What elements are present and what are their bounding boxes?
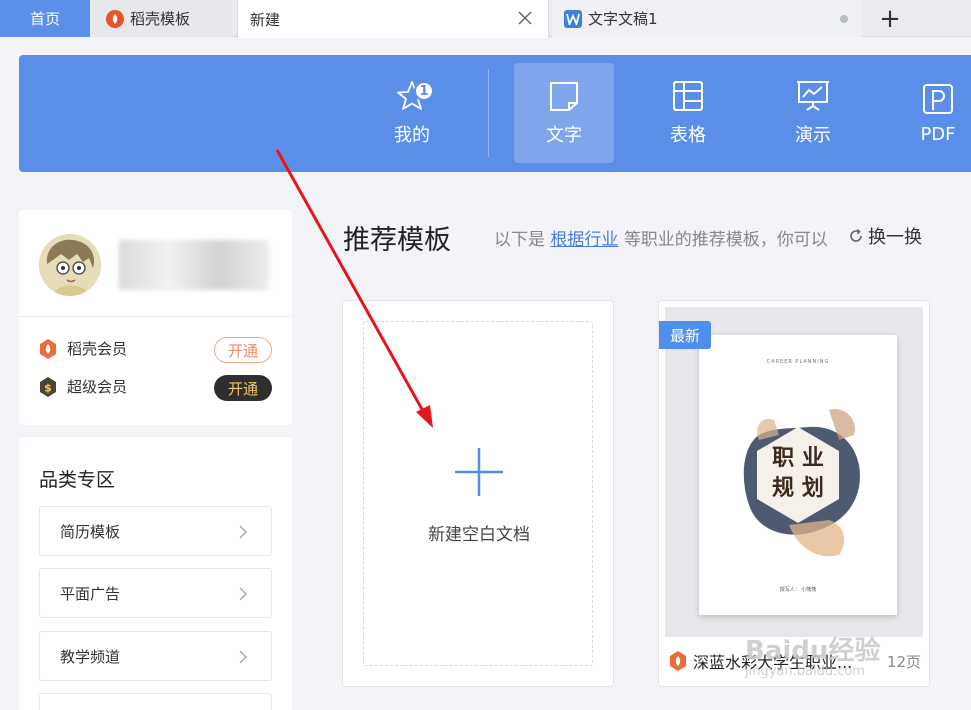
- add-tab-button[interactable]: +: [866, 0, 914, 37]
- plus-icon: [455, 448, 503, 496]
- tool-presentation[interactable]: 演示: [763, 63, 863, 163]
- profile-card: 稻壳会员 开通 $ 超级会员 开通: [19, 210, 292, 425]
- avatar[interactable]: [39, 234, 101, 296]
- tool-spreadsheet-label: 表格: [670, 125, 706, 146]
- template-cover-page: CAREER PLANNING 职 业 规 划 撰写人： 小熊熊: [699, 335, 897, 615]
- svg-text:撰写人： 小熊熊: 撰写人： 小熊熊: [780, 586, 817, 593]
- pdf-icon: [923, 83, 953, 114]
- tab-bar: 首页 稻壳模板 新建 文字文稿1 +: [0, 0, 971, 38]
- category-item-more[interactable]: [39, 693, 272, 710]
- subtitle-suffix: 等职业的推荐模板，你可以: [623, 230, 828, 250]
- super-vip-icon: $: [40, 376, 56, 397]
- open-daoke-vip-label: 开通: [227, 341, 258, 360]
- tool-spreadsheet[interactable]: 表格: [638, 63, 738, 163]
- presentation-icon: [797, 81, 829, 111]
- tab-home[interactable]: 首页: [0, 0, 90, 37]
- super-vip-label: 超级会员: [67, 378, 128, 396]
- svg-text:职 业: 职 业: [772, 445, 824, 471]
- unsaved-dot-icon: [840, 15, 848, 23]
- category-item-teaching[interactable]: 教学频道: [39, 631, 272, 681]
- subtitle-prefix: 以下是: [494, 230, 545, 250]
- category-title: 品类专区: [39, 469, 116, 491]
- open-super-vip-button[interactable]: 开通: [214, 375, 272, 401]
- daoke-vip-icon: [40, 338, 56, 359]
- username-redacted: [119, 240, 269, 290]
- open-super-vip-label: 开通: [227, 379, 258, 398]
- new-blank-document-card[interactable]: 新建空白文档: [342, 300, 614, 687]
- chevron-right-icon: [239, 525, 247, 539]
- open-daoke-vip-button[interactable]: 开通: [214, 337, 272, 363]
- template-page-count: 12页: [886, 652, 921, 671]
- tool-mine-label: 我的: [394, 125, 430, 146]
- daoke-vip-row: 稻壳会员: [39, 338, 127, 359]
- svg-text:CAREER PLANNING: CAREER PLANNING: [767, 359, 830, 365]
- new-document-toolbar: 1 我的 文字 表格 演示 PDF: [19, 55, 971, 172]
- close-icon[interactable]: [516, 9, 534, 27]
- notification-badge: 1: [414, 81, 434, 101]
- refresh-icon: [850, 229, 862, 242]
- template-card[interactable]: CAREER PLANNING 职 业 规 划 撰写人： 小熊熊 最新 深蓝水彩…: [658, 300, 930, 687]
- svg-text:规 划: 规 划: [772, 475, 824, 501]
- tab-daoke-label: 稻壳模板: [130, 10, 191, 28]
- blank-document-dropzone: 新建空白文档: [363, 321, 593, 666]
- watermark: Baidu经验: [745, 636, 881, 666]
- category-item-label: 简历模板: [60, 522, 121, 541]
- tab-document[interactable]: 文字文稿1: [552, 0, 862, 37]
- table-icon: [673, 81, 703, 111]
- document-icon: [550, 82, 578, 111]
- refresh-label: 换一换: [868, 227, 922, 248]
- tab-new-label: 新建: [250, 10, 281, 29]
- super-vip-row: $ 超级会员: [39, 376, 127, 397]
- chevron-right-icon: [239, 587, 247, 601]
- tool-presentation-label: 演示: [795, 125, 831, 146]
- new-badge: 最新: [659, 321, 711, 349]
- template-cover: CAREER PLANNING 职 业 规 划 撰写人： 小熊熊: [665, 307, 923, 637]
- category-card: 品类专区 简历模板 平面广告 教学频道: [19, 437, 292, 710]
- tool-mine[interactable]: 1 我的: [362, 63, 462, 163]
- word-doc-icon: [564, 9, 582, 28]
- tool-writer-label: 文字: [546, 125, 582, 146]
- tab-new[interactable]: 新建: [237, 0, 549, 38]
- page-title: 推荐模板: [343, 225, 451, 256]
- category-item-print-ad[interactable]: 平面广告: [39, 568, 272, 618]
- chevron-right-icon: [239, 650, 247, 664]
- svg-text:$: $: [44, 381, 52, 394]
- industry-link[interactable]: 根据行业: [550, 230, 618, 250]
- new-blank-document-label: 新建空白文档: [428, 525, 530, 545]
- plus-icon: +: [879, 3, 901, 34]
- toolbar-divider: [488, 69, 489, 157]
- daoke-vip-label: 稻壳会员: [67, 340, 128, 358]
- category-item-resume[interactable]: 简历模板: [39, 506, 272, 556]
- tool-pdf[interactable]: PDF: [888, 63, 971, 163]
- recommend-subtitle: 以下是 根据行业 等职业的推荐模板，你可以: [494, 225, 828, 250]
- refresh-button[interactable]: 换一换: [849, 223, 922, 249]
- watermark-url: jingyan.baidu.com: [745, 664, 865, 679]
- tool-pdf-label: PDF: [920, 123, 956, 145]
- daoke-logo-icon: [670, 651, 686, 671]
- tab-daoke-templates[interactable]: 稻壳模板: [92, 0, 232, 37]
- divider: [19, 316, 292, 317]
- tab-document-label: 文字文稿1: [588, 10, 658, 28]
- category-item-label: 平面广告: [60, 584, 121, 603]
- tool-writer[interactable]: 文字: [514, 63, 614, 163]
- daoke-logo-icon: [106, 9, 124, 28]
- career-planning-cover-art: CAREER PLANNING 职 业 规 划 撰写人： 小熊熊: [743, 359, 860, 593]
- category-item-label: 教学频道: [60, 647, 121, 666]
- tab-home-label: 首页: [29, 10, 60, 28]
